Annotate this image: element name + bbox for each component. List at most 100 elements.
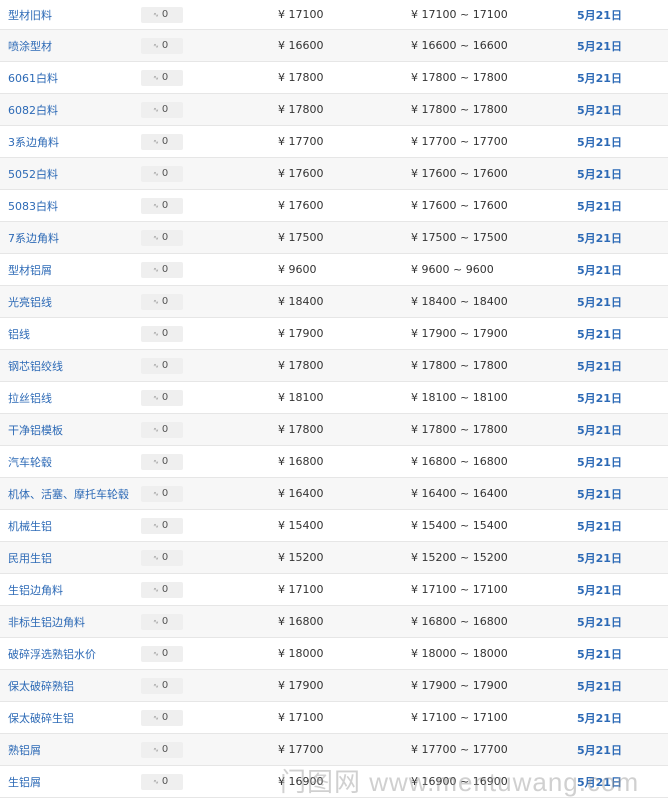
change-badge: ∿ 0 [141,229,183,246]
price-range: ¥ 15200 ~ 15200 [411,551,508,564]
date-link[interactable]: 5月21日 [577,0,622,29]
price-range: ¥ 18400 ~ 18400 [411,295,508,308]
date-link[interactable]: 5月21日 [577,478,622,509]
change-badge: ∿ 0 [141,549,183,566]
trend-wave-icon: ∿ [153,233,159,242]
table-row: 钢芯铝绞线 ∿ 0 ¥ 17800 ¥ 17800 ~ 17800 5月21日 [0,350,668,382]
material-name-link[interactable]: 熟铝屑 [8,734,41,765]
price-value: ¥ 17800 [278,423,324,436]
date-link[interactable]: 5月21日 [577,318,622,349]
date-link[interactable]: 5月21日 [577,414,622,445]
price-range: ¥ 17100 ~ 17100 [411,583,508,596]
price-range: ¥ 17100 ~ 17100 [411,711,508,724]
material-name-link[interactable]: 汽车轮毂 [8,446,52,477]
material-name-link[interactable]: 型材铝屑 [8,254,52,285]
material-name-link[interactable]: 民用生铝 [8,542,52,573]
change-cell: ∿ 0 [141,638,183,669]
material-name-link[interactable]: 生铝边角料 [8,574,63,605]
price-value: ¥ 17900 [278,327,324,340]
change-cell: ∿ 0 [141,350,183,381]
material-name-link[interactable]: 6061白料 [8,62,58,93]
table-row: 熟铝屑 ∿ 0 ¥ 17700 ¥ 17700 ~ 17700 5月21日 [0,734,668,766]
material-name-link[interactable]: 干净铝模板 [8,414,63,445]
date-link[interactable]: 5月21日 [577,574,622,605]
change-value: 0 [161,424,169,435]
material-name-link[interactable]: 保太破碎生铝 [8,702,74,733]
change-badge: ∿ 0 [141,165,183,182]
change-cell: ∿ 0 [141,606,183,637]
change-badge: ∿ 0 [141,517,183,534]
material-name-link[interactable]: 7系边角料 [8,222,59,253]
material-name-link[interactable]: 喷涂型材 [8,30,52,61]
change-value: 0 [161,40,169,51]
price-value: ¥ 17800 [278,71,324,84]
change-cell: ∿ 0 [141,382,183,413]
price-range: ¥ 15400 ~ 15400 [411,519,508,532]
change-cell: ∿ 0 [141,126,183,157]
date-link[interactable]: 5月21日 [577,382,622,413]
material-name-link[interactable]: 铝线 [8,318,30,349]
material-name-link[interactable]: 型材旧料 [8,0,52,29]
change-cell: ∿ 0 [141,158,183,189]
date-link[interactable]: 5月21日 [577,446,622,477]
change-value: 0 [161,744,169,755]
date-link[interactable]: 5月21日 [577,638,622,669]
price-range: ¥ 17600 ~ 17600 [411,167,508,180]
change-badge: ∿ 0 [141,421,183,438]
material-name-link[interactable]: 生铝屑 [8,766,41,797]
date-link[interactable]: 5月21日 [577,542,622,573]
material-name-link[interactable]: 保太破碎熟铝 [8,670,74,701]
material-name-link[interactable]: 破碎浮选熟铝水价 [8,638,96,669]
date-link[interactable]: 5月21日 [577,190,622,221]
trend-wave-icon: ∿ [153,137,159,146]
table-row: 型材铝屑 ∿ 0 ¥ 9600 ¥ 9600 ~ 9600 5月21日 [0,254,668,286]
material-name-link[interactable]: 6082白料 [8,94,58,125]
change-badge: ∿ 0 [141,581,183,598]
date-link[interactable]: 5月21日 [577,94,622,125]
material-name-link[interactable]: 机械生铝 [8,510,52,541]
price-range: ¥ 9600 ~ 9600 [411,263,494,276]
trend-wave-icon: ∿ [153,489,159,498]
change-cell: ∿ 0 [141,766,183,797]
material-name-link[interactable]: 光亮铝线 [8,286,52,317]
date-link[interactable]: 5月21日 [577,510,622,541]
material-name-link[interactable]: 5083白料 [8,190,58,221]
price-value: ¥ 17800 [278,359,324,372]
material-name-link[interactable]: 非标生铝边角料 [8,606,85,637]
date-link[interactable]: 5月21日 [577,62,622,93]
material-name-link[interactable]: 拉丝铝线 [8,382,52,413]
change-badge: ∿ 0 [141,677,183,694]
change-badge: ∿ 0 [141,741,183,758]
date-link[interactable]: 5月21日 [577,286,622,317]
change-cell: ∿ 0 [141,62,183,93]
date-link[interactable]: 5月21日 [577,766,622,797]
price-range: ¥ 17700 ~ 17700 [411,135,508,148]
date-link[interactable]: 5月21日 [577,254,622,285]
price-range: ¥ 17500 ~ 17500 [411,231,508,244]
change-value: 0 [161,200,169,211]
material-name-link[interactable]: 3系边角料 [8,126,59,157]
date-link[interactable]: 5月21日 [577,158,622,189]
change-value: 0 [161,168,169,179]
date-link[interactable]: 5月21日 [577,30,622,61]
material-name-link[interactable]: 机体、活塞、摩托车轮毂 [8,478,129,509]
change-badge: ∿ 0 [141,325,183,342]
table-row: 光亮铝线 ∿ 0 ¥ 18400 ¥ 18400 ~ 18400 5月21日 [0,286,668,318]
date-link[interactable]: 5月21日 [577,702,622,733]
price-value: ¥ 18000 [278,647,324,660]
date-link[interactable]: 5月21日 [577,350,622,381]
date-link[interactable]: 5月21日 [577,670,622,701]
date-link[interactable]: 5月21日 [577,606,622,637]
material-name-link[interactable]: 5052白料 [8,158,58,189]
change-badge: ∿ 0 [141,37,183,54]
trend-wave-icon: ∿ [153,617,159,626]
change-badge: ∿ 0 [141,69,183,86]
trend-wave-icon: ∿ [153,297,159,306]
date-link[interactable]: 5月21日 [577,734,622,765]
date-link[interactable]: 5月21日 [577,126,622,157]
price-value: ¥ 9600 [278,263,317,276]
material-name-link[interactable]: 钢芯铝绞线 [8,350,63,381]
change-badge: ∿ 0 [141,613,183,630]
trend-wave-icon: ∿ [153,553,159,562]
date-link[interactable]: 5月21日 [577,222,622,253]
